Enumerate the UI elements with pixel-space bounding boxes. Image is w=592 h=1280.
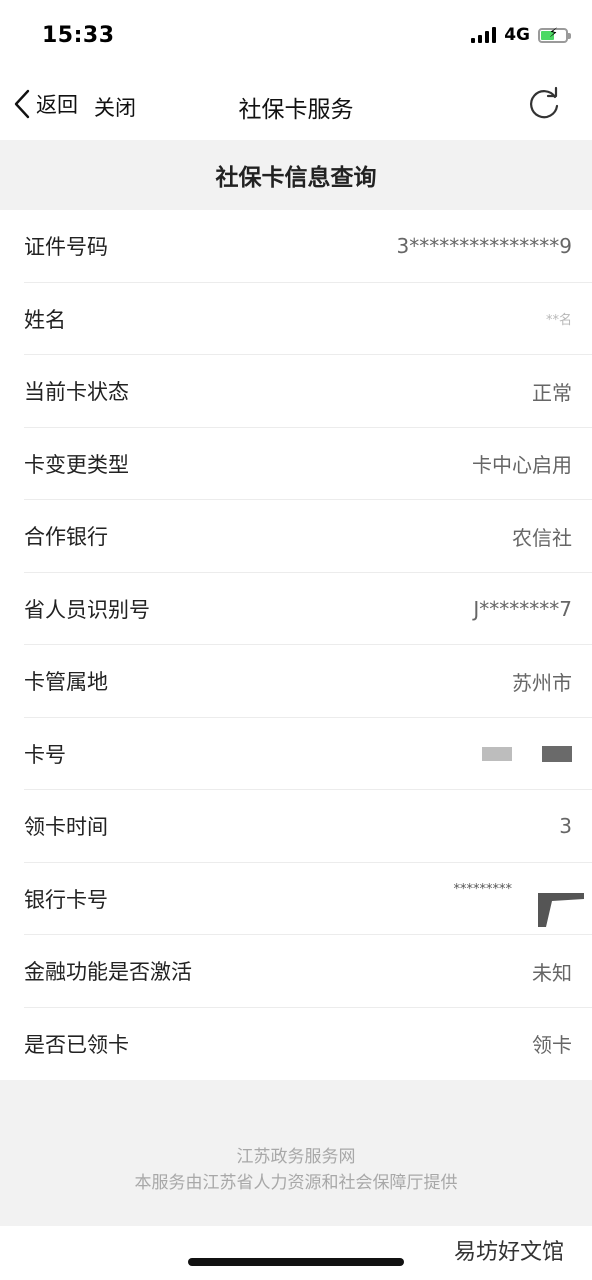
row-value: ********* bbox=[453, 882, 513, 898]
status-bar: 15:33 4G ⚡ bbox=[0, 0, 592, 70]
redaction-mark bbox=[538, 892, 584, 927]
info-row-card-location: 卡管属地 苏州市 bbox=[0, 645, 592, 718]
network-type: 4G bbox=[504, 25, 530, 45]
info-row-issue-time: 领卡时间 3 bbox=[0, 790, 592, 863]
footer-site-name: 江苏政务服务网 bbox=[236, 1147, 356, 1167]
refresh-icon[interactable] bbox=[526, 86, 562, 122]
row-value: 农信社 bbox=[512, 525, 572, 550]
section-title: 社保卡信息查询 bbox=[215, 165, 377, 191]
info-row-finance-active: 金融功能是否激活 未知 bbox=[0, 935, 592, 1008]
info-row-name: 姓名 **名 bbox=[0, 283, 592, 356]
status-indicators: 4G ⚡ bbox=[471, 25, 571, 45]
info-row-card-status: 当前卡状态 正常 bbox=[0, 355, 592, 428]
home-indicator[interactable] bbox=[188, 1258, 404, 1266]
row-label: 卡变更类型 bbox=[24, 452, 129, 477]
row-value: 3***************9 bbox=[396, 234, 572, 259]
row-label: 卡号 bbox=[24, 742, 66, 767]
row-label: 卡管属地 bbox=[24, 670, 108, 695]
redacted-value bbox=[482, 745, 572, 762]
row-value: 正常 bbox=[532, 380, 572, 405]
battery-icon: ⚡ bbox=[538, 27, 571, 43]
info-list: 证件号码 3***************9 姓名 **名 当前卡状态 正常 卡… bbox=[0, 210, 592, 1080]
row-value: 3 bbox=[559, 814, 572, 839]
row-label: 金融功能是否激活 bbox=[24, 960, 192, 985]
watermark-text: 易坊好文馆 bbox=[453, 1240, 564, 1265]
row-label: 省人员识别号 bbox=[24, 597, 150, 622]
row-label: 是否已领卡 bbox=[24, 1032, 129, 1057]
signal-icon bbox=[471, 27, 497, 43]
row-label: 证件号码 bbox=[24, 235, 108, 260]
info-row-id-number: 证件号码 3***************9 bbox=[0, 210, 592, 283]
row-value: J********7 bbox=[473, 596, 572, 621]
section-header: 社保卡信息查询 bbox=[0, 140, 592, 210]
page-title: 社保卡服务 bbox=[238, 97, 354, 123]
row-label: 银行卡号 bbox=[24, 887, 108, 912]
row-label: 领卡时间 bbox=[24, 815, 108, 840]
row-value: 苏州市 bbox=[512, 670, 572, 695]
row-value: 领卡 bbox=[532, 1033, 572, 1058]
row-label: 姓名 bbox=[24, 307, 66, 332]
row-value: **名 bbox=[545, 313, 572, 329]
info-row-change-type: 卡变更类型 卡中心启用 bbox=[0, 428, 592, 501]
row-value: 未知 bbox=[532, 960, 572, 985]
info-row-person-id: 省人员识别号 J********7 bbox=[0, 573, 592, 646]
info-row-bank: 合作银行 农信社 bbox=[0, 500, 592, 573]
footer: 江苏政务服务网 本服务由江苏省人力资源和社会保障厅提供 bbox=[0, 1080, 592, 1226]
screen: 15:33 4G ⚡ 返回 关闭 社保卡服务 社保卡信息查询 证件号码 3***… bbox=[0, 0, 592, 1280]
info-row-card-number: 卡号 bbox=[0, 718, 592, 791]
nav-bar: 返回 关闭 社保卡服务 bbox=[0, 70, 592, 140]
row-label: 当前卡状态 bbox=[24, 380, 129, 405]
info-row-card-received: 是否已领卡 领卡 bbox=[0, 1008, 592, 1081]
footer-provider: 本服务由江苏省人力资源和社会保障厅提供 bbox=[134, 1173, 458, 1193]
row-label: 合作银行 bbox=[24, 525, 108, 550]
status-time: 15:33 bbox=[42, 22, 115, 48]
row-value: 卡中心启用 bbox=[472, 453, 572, 478]
info-row-bank-card-number: 银行卡号 ********* bbox=[0, 863, 592, 936]
